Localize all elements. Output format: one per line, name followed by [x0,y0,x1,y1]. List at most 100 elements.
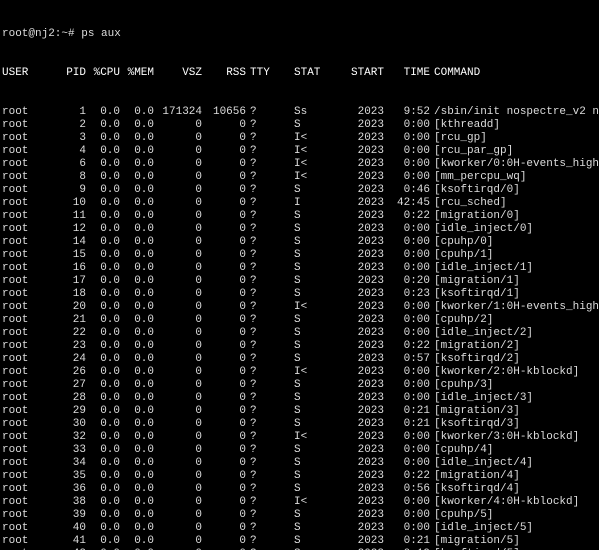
cell-user: root [2,249,44,262]
cell-time: 0:21 [384,405,430,418]
cell-vsz: 0 [154,509,202,522]
cell-mem: 0.0 [120,262,154,275]
cell-start: 2023 [344,405,384,418]
cell-mem: 0.0 [120,314,154,327]
ps-row: root340.00.000?S20230:00[idle_inject/4] [2,457,597,470]
cell-stat: S [268,535,344,548]
cell-pid: 3 [44,132,86,145]
cell-tty: ? [246,431,268,444]
cell-mem: 0.0 [120,522,154,535]
cell-stat: S [268,483,344,496]
cell-tty: ? [246,119,268,132]
cell-cpu: 0.0 [86,314,120,327]
cell-rss: 0 [202,509,246,522]
cell-user: root [2,522,44,535]
cell-cpu: 0.0 [86,509,120,522]
cell-pid: 33 [44,444,86,457]
terminal-output[interactable]: root@nj2:~# ps aux USERPID%CPU%MEMVSZRSS… [0,0,599,550]
cell-command: [ksoftirqd/3] [430,418,520,431]
cell-cpu: 0.0 [86,327,120,340]
cell-time: 0:22 [384,470,430,483]
cell-rss: 0 [202,145,246,158]
cell-vsz: 0 [154,158,202,171]
cell-pid: 12 [44,223,86,236]
cell-tty: ? [246,249,268,262]
cell-stat: I< [268,158,344,171]
cell-user: root [2,288,44,301]
cell-tty: ? [246,262,268,275]
cell-rss: 0 [202,522,246,535]
cell-start: 2023 [344,483,384,496]
hdr-mem: %MEM [120,67,154,80]
cell-rss: 0 [202,496,246,509]
cell-start: 2023 [344,496,384,509]
cell-mem: 0.0 [120,379,154,392]
cell-rss: 0 [202,483,246,496]
cell-time: 0:00 [384,392,430,405]
cell-rss: 10656 [202,106,246,119]
cell-vsz: 0 [154,470,202,483]
cell-user: root [2,145,44,158]
cell-time: 0:46 [384,184,430,197]
hdr-tty: TTY [246,67,268,80]
cell-time: 0:00 [384,457,430,470]
cell-pid: 32 [44,431,86,444]
cell-rss: 0 [202,288,246,301]
cell-cpu: 0.0 [86,158,120,171]
cell-cpu: 0.0 [86,210,120,223]
cell-command: [idle_inject/1] [430,262,533,275]
cell-command: [cpuhp/1] [430,249,493,262]
cell-user: root [2,184,44,197]
cell-time: 0:00 [384,379,430,392]
cell-cpu: 0.0 [86,379,120,392]
cell-rss: 0 [202,275,246,288]
cell-command: [kworker/0:0H-events_highpri] [430,158,599,171]
cell-start: 2023 [344,275,384,288]
cell-vsz: 0 [154,288,202,301]
cell-start: 2023 [344,171,384,184]
cell-command: [cpuhp/3] [430,379,493,392]
cell-command: [ksoftirqd/1] [430,288,520,301]
cell-command: [migration/1] [430,275,520,288]
cell-vsz: 0 [154,379,202,392]
cell-rss: 0 [202,418,246,431]
cell-tty: ? [246,197,268,210]
cell-start: 2023 [344,522,384,535]
cell-cpu: 0.0 [86,444,120,457]
cell-mem: 0.0 [120,184,154,197]
cell-cpu: 0.0 [86,470,120,483]
hdr-pid: PID [44,67,86,80]
cell-start: 2023 [344,444,384,457]
cell-cpu: 0.0 [86,223,120,236]
cell-user: root [2,535,44,548]
ps-row: root300.00.000?S20230:21[ksoftirqd/3] [2,418,597,431]
cell-cpu: 0.0 [86,262,120,275]
ps-row: root90.00.000?S20230:46[ksoftirqd/0] [2,184,597,197]
cell-time: 0:20 [384,275,430,288]
prompt-line[interactable]: root@nj2:~# ps aux [2,28,597,41]
cell-tty: ? [246,171,268,184]
cell-rss: 0 [202,340,246,353]
cell-vsz: 0 [154,132,202,145]
ps-row: root380.00.000?I<20230:00[kworker/4:0H-k… [2,496,597,509]
cell-cpu: 0.0 [86,457,120,470]
cell-cpu: 0.0 [86,288,120,301]
cell-pid: 23 [44,340,86,353]
cell-cpu: 0.0 [86,353,120,366]
cell-pid: 28 [44,392,86,405]
cell-stat: S [268,418,344,431]
cell-user: root [2,418,44,431]
cell-rss: 0 [202,314,246,327]
cell-stat: S [268,236,344,249]
ps-row: root10.00.017132410656?Ss20239:52/sbin/i… [2,106,597,119]
cell-mem: 0.0 [120,210,154,223]
cell-start: 2023 [344,210,384,223]
cell-command: [kthreadd] [430,119,500,132]
hdr-vsz: VSZ [154,67,202,80]
cell-tty: ? [246,327,268,340]
cell-mem: 0.0 [120,431,154,444]
cell-pid: 27 [44,379,86,392]
cell-pid: 20 [44,301,86,314]
cell-command: [rcu_par_gp] [430,145,513,158]
cell-time: 0:00 [384,301,430,314]
